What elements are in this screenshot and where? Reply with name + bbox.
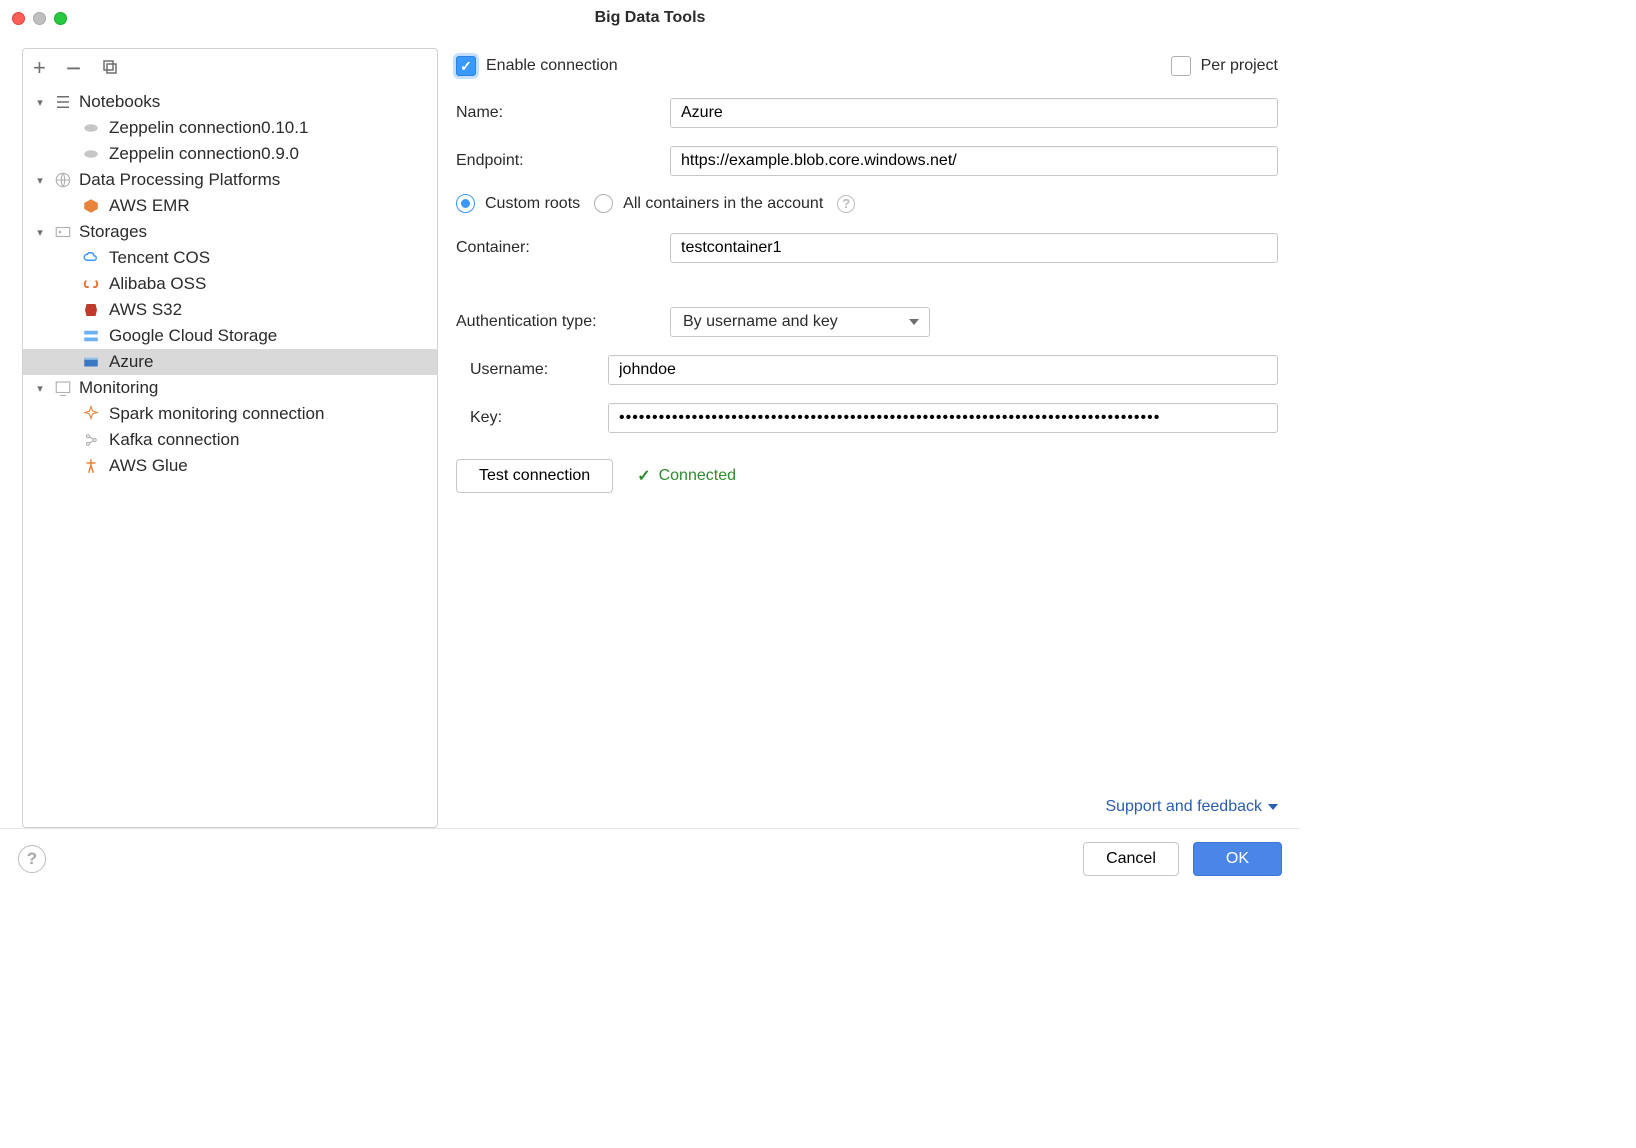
- connections-sidebar: + − ▾ Notebooks Zepp: [22, 48, 438, 828]
- notebooks-icon: [53, 93, 73, 111]
- kafka-icon: [81, 431, 101, 449]
- radio-label: All containers in the account: [623, 195, 823, 213]
- ok-button[interactable]: OK: [1193, 842, 1282, 876]
- container-label: Container:: [456, 239, 670, 257]
- chevron-down-icon: ▾: [33, 96, 47, 109]
- checkbox-icon: [1171, 56, 1191, 76]
- tree-item-label: AWS S32: [109, 300, 182, 320]
- help-button[interactable]: ?: [18, 845, 46, 873]
- checkbox-icon: [456, 56, 476, 76]
- all-containers-radio[interactable]: All containers in the account: [594, 194, 823, 213]
- tree-item[interactable]: Spark monitoring connection: [23, 401, 437, 427]
- support-feedback-link[interactable]: Support and feedback: [456, 778, 1278, 828]
- checkbox-label: Enable connection: [486, 57, 618, 75]
- name-input[interactable]: [670, 98, 1278, 128]
- auth-type-select[interactable]: By username and key: [670, 307, 930, 337]
- zeppelin-icon: [81, 145, 101, 163]
- connection-status: ✓ Connected: [637, 466, 736, 486]
- endpoint-label: Endpoint:: [456, 152, 670, 170]
- zoom-window-button[interactable]: [54, 12, 67, 25]
- storage-icon: [53, 223, 73, 241]
- username-label: Username:: [456, 361, 608, 379]
- select-value: By username and key: [683, 313, 838, 331]
- azure-icon: [81, 353, 101, 371]
- aws-s3-icon: [81, 301, 101, 319]
- remove-button[interactable]: −: [66, 55, 81, 81]
- per-project-checkbox[interactable]: Per project: [1171, 56, 1278, 76]
- auth-type-label: Authentication type:: [456, 313, 670, 331]
- link-text: Support and feedback: [1105, 798, 1262, 816]
- chevron-down-icon: ▾: [33, 382, 47, 395]
- tree-item-label: Zeppelin connection0.10.1: [109, 118, 308, 138]
- endpoint-input[interactable]: [670, 146, 1278, 176]
- tree-item-label: AWS Glue: [109, 456, 188, 476]
- alibaba-oss-icon: [81, 275, 101, 293]
- connections-tree: ▾ Notebooks Zeppelin connection0.10.1: [23, 85, 437, 479]
- test-connection-button[interactable]: Test connection: [456, 459, 613, 493]
- connection-form: Enable connection Per project Name: Endp…: [456, 48, 1282, 828]
- key-label: Key:: [456, 409, 608, 427]
- chevron-down-icon: [1268, 804, 1278, 810]
- tree-item-label: Google Cloud Storage: [109, 326, 277, 346]
- tree-group-monitoring[interactable]: ▾ Monitoring: [23, 375, 437, 401]
- add-button[interactable]: +: [33, 57, 46, 79]
- titlebar: Big Data Tools: [0, 0, 1300, 36]
- tree-group-label: Storages: [79, 222, 147, 242]
- tree-item[interactable]: AWS Glue: [23, 453, 437, 479]
- close-window-button[interactable]: [12, 12, 25, 25]
- spark-icon: [81, 405, 101, 423]
- enable-connection-checkbox[interactable]: Enable connection: [456, 56, 618, 76]
- window-title: Big Data Tools: [595, 9, 706, 27]
- chevron-down-icon: ▾: [33, 174, 47, 187]
- name-label: Name:: [456, 104, 670, 122]
- help-icon[interactable]: ?: [837, 195, 855, 213]
- monitoring-icon: [53, 379, 73, 397]
- radio-icon: [456, 194, 475, 213]
- dialog-footer: ? Cancel OK: [0, 828, 1300, 888]
- cancel-button[interactable]: Cancel: [1083, 842, 1179, 876]
- tree-item-label: Alibaba OSS: [109, 274, 206, 294]
- copy-button[interactable]: [101, 58, 119, 79]
- chevron-down-icon: [909, 319, 919, 325]
- tree-item[interactable]: AWS EMR: [23, 193, 437, 219]
- tree-group-storages[interactable]: ▾ Storages: [23, 219, 437, 245]
- tree-group-data-processing[interactable]: ▾ Data Processing Platforms: [23, 167, 437, 193]
- tree-item-label: Kafka connection: [109, 430, 239, 450]
- tree-item[interactable]: Zeppelin connection0.9.0: [23, 141, 437, 167]
- tree-item[interactable]: Alibaba OSS: [23, 271, 437, 297]
- tree-group-label: Monitoring: [79, 378, 158, 398]
- status-text: Connected: [659, 467, 736, 485]
- key-input[interactable]: [608, 403, 1278, 433]
- aws-glue-icon: [81, 457, 101, 475]
- aws-emr-icon: [81, 197, 101, 215]
- tree-item[interactable]: Zeppelin connection0.10.1: [23, 115, 437, 141]
- container-input[interactable]: [670, 233, 1278, 263]
- chevron-down-icon: ▾: [33, 226, 47, 239]
- minimize-window-button[interactable]: [33, 12, 46, 25]
- tree-item-label: Zeppelin connection0.9.0: [109, 144, 299, 164]
- custom-roots-radio[interactable]: Custom roots: [456, 194, 580, 213]
- tree-item[interactable]: Google Cloud Storage: [23, 323, 437, 349]
- tree-item-azure[interactable]: Azure: [23, 349, 437, 375]
- radio-label: Custom roots: [485, 195, 580, 213]
- username-input[interactable]: [608, 355, 1278, 385]
- tree-item-label: AWS EMR: [109, 196, 190, 216]
- tree-item[interactable]: AWS S32: [23, 297, 437, 323]
- radio-icon: [594, 194, 613, 213]
- check-icon: ✓: [637, 466, 650, 486]
- tree-group-label: Data Processing Platforms: [79, 170, 280, 190]
- tree-item-label: Tencent COS: [109, 248, 210, 268]
- tencent-cos-icon: [81, 249, 101, 267]
- tree-item[interactable]: Kafka connection: [23, 427, 437, 453]
- google-cloud-storage-icon: [81, 327, 101, 345]
- globe-icon: [53, 171, 73, 189]
- tree-item[interactable]: Tencent COS: [23, 245, 437, 271]
- checkbox-label: Per project: [1201, 57, 1278, 75]
- tree-group-notebooks[interactable]: ▾ Notebooks: [23, 89, 437, 115]
- tree-item-label: Azure: [109, 352, 153, 372]
- tree-item-label: Spark monitoring connection: [109, 404, 324, 424]
- zeppelin-icon: [81, 119, 101, 137]
- tree-group-label: Notebooks: [79, 92, 160, 112]
